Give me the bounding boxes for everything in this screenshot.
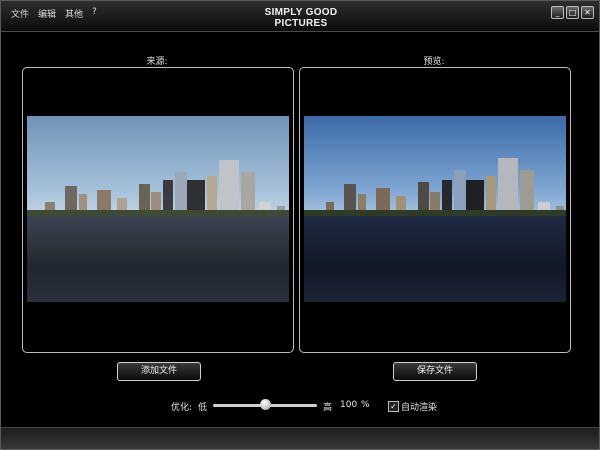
source-label: 来源: — [146, 57, 168, 67]
app-window: 文件 编辑 其他 ? SIMPLY GOOD PICTURES _ □ ✕ 来源… — [0, 0, 600, 450]
app-title: SIMPLY GOOD PICTURES — [241, 7, 361, 29]
panel-divider[interactable] — [294, 67, 298, 353]
auto-render-label[interactable]: 自动渲染 — [401, 400, 437, 413]
menu-help[interactable]: ? — [92, 7, 97, 17]
save-file-button[interactable]: 保存文件 — [393, 362, 477, 381]
close-button[interactable]: ✕ — [581, 6, 594, 19]
preview-label: 预览: — [423, 57, 445, 67]
add-file-button[interactable]: 添加文件 — [117, 362, 201, 381]
status-bar — [1, 427, 599, 449]
title-bar[interactable]: 文件 编辑 其他 ? SIMPLY GOOD PICTURES _ □ ✕ — [1, 1, 599, 32]
preview-image — [304, 116, 566, 302]
menu-file[interactable]: 文件 — [11, 7, 29, 20]
menu-other[interactable]: 其他 — [65, 7, 83, 20]
source-panel — [22, 67, 294, 353]
app-title-line2: PICTURES — [274, 18, 328, 29]
optimize-slider-thumb[interactable] — [259, 399, 271, 410]
minimize-button[interactable]: _ — [551, 6, 564, 19]
preview-panel — [299, 67, 571, 353]
menu-edit[interactable]: 编辑 — [38, 7, 56, 20]
app-title-line1: SIMPLY GOOD — [264, 7, 338, 18]
optimize-value: 100 — [340, 400, 358, 410]
optimize-low-label: 低 — [198, 403, 208, 413]
auto-render-checkbox[interactable]: ✓ — [388, 401, 399, 412]
optimize-label: 优化: — [171, 403, 193, 413]
optimize-unit: % — [361, 400, 370, 410]
source-image — [27, 116, 289, 302]
optimize-high-label: 高 — [323, 403, 333, 413]
maximize-button[interactable]: □ — [566, 6, 579, 19]
